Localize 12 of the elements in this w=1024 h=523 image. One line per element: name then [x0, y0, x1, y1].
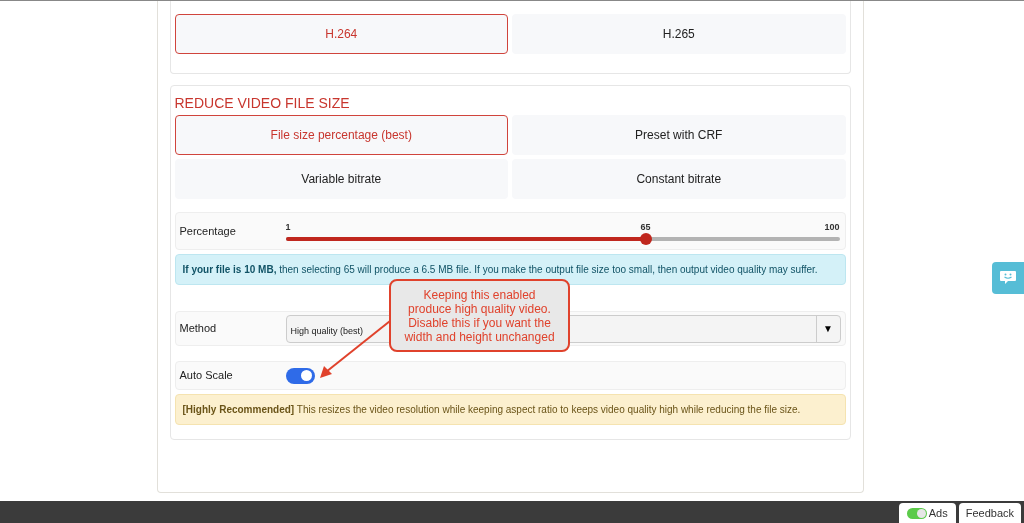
percentage-label: Percentage	[178, 223, 237, 239]
slider-max: 100	[824, 221, 840, 234]
select-value: High quality (best)	[290, 325, 364, 336]
section-heading: REDUCE VIDEO FILE SIZE	[174, 94, 351, 113]
select-caret: ▼	[815, 315, 840, 342]
warning-alert: [Highly Recommended] This resizes the video resolution while keeping aspect ratio to keeps video quality high while reducing the file size.	[174, 394, 846, 425]
annotation-tooltip: Keeping this enabled produce high quality video. Disable this if you want the width and height unchanged	[389, 279, 570, 352]
method-label: Method	[178, 321, 218, 337]
auto-scale-label: Auto Scale	[178, 368, 234, 384]
slider-min: 1	[285, 221, 291, 234]
info-alert: If your file is 10 MB, then selecting 65 will produce a 6.5 MB file. If you make the output file size too small, then output video quality may suffer.	[174, 254, 846, 285]
slider-value: 65	[640, 221, 651, 234]
